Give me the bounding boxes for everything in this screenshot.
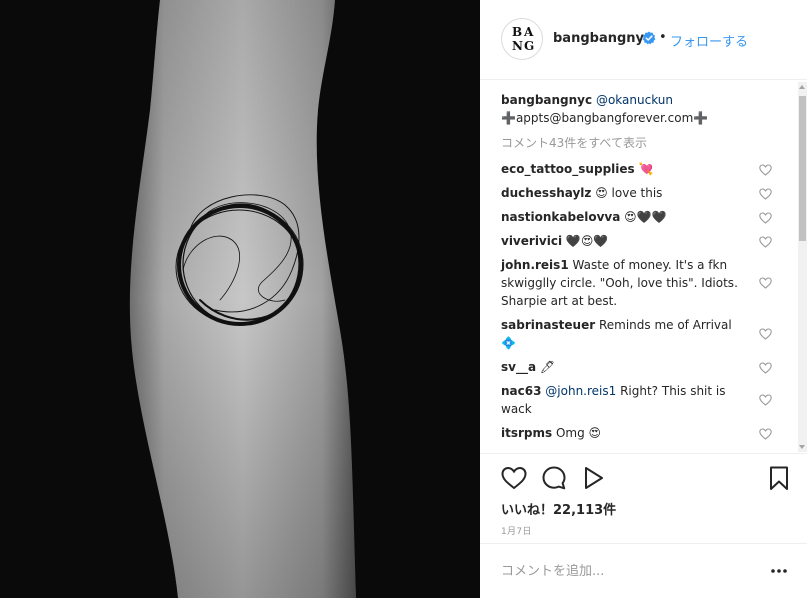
comments-list[interactable]: bangbangnyc @okanuckun ➕appts@bangbangfo… [480, 80, 807, 453]
comment-heart-icon[interactable] [759, 428, 772, 440]
avatar-letter: A [524, 25, 534, 39]
comment-text: skwigglly circle. "Ooh, love this". Idio… [501, 276, 738, 290]
caption-text: ➕appts@bangbangforever.com➕ [501, 111, 709, 125]
header-username-link[interactable]: bangbangnyc [553, 31, 652, 46]
post-date[interactable]: 1月7日 [501, 524, 532, 537]
add-comment-bar [480, 543, 807, 598]
comment-item: sv__a 🖊 [501, 358, 555, 376]
scroll-down-arrow-icon[interactable] [799, 445, 805, 449]
likes-count[interactable]: いいね！22,113件 [501, 499, 616, 518]
comment-item: eco_tattoo_supplies 💘 [501, 160, 653, 178]
comment-username-link[interactable]: viverivici [501, 234, 562, 248]
comment-heart-icon[interactable] [759, 328, 772, 340]
tattoo-photo [0, 0, 480, 598]
comment-heart-icon[interactable] [759, 362, 772, 374]
comment-item: nac63 @john.reis1 Right? This shit is [501, 382, 726, 400]
like-heart-icon[interactable] [501, 466, 527, 490]
caption-mention-link[interactable]: @okanuckun [596, 93, 673, 107]
avatar-letter: N [512, 39, 523, 53]
comment-text: 😍🖤🖤 [624, 210, 667, 224]
comment-bubble-icon[interactable] [541, 465, 567, 491]
share-icon[interactable] [581, 466, 607, 490]
scroll-thumb[interactable] [799, 96, 806, 241]
comment-heart-icon[interactable] [759, 277, 772, 289]
comment-text: 💘 [638, 162, 654, 176]
comment-item: nastionkabelovva 😍🖤🖤 [501, 208, 667, 226]
comment-username-link[interactable]: eco_tattoo_supplies [501, 162, 635, 176]
comment-text: 🖤😍🖤 [565, 234, 609, 248]
comment-text: Waste of money. It's a fkn [572, 258, 728, 272]
comment-username-link[interactable]: duchesshaylz [501, 186, 591, 200]
comment-username-link[interactable]: john.reis1 [501, 258, 569, 272]
follow-button[interactable]: フォローする [670, 31, 748, 50]
comment-text: Omg 😍 [555, 426, 602, 440]
comment-mention-link[interactable]: @john.reis1 [545, 384, 616, 398]
comment-text: Sharpie art at best. [501, 294, 618, 308]
post-actions: いいね！22,113件 1月7日 [480, 453, 807, 543]
comment-text: Reminds me of Arrival [598, 318, 732, 332]
add-comment-input[interactable] [501, 560, 751, 582]
comment-item: viverivici 🖤😍🖤 [501, 232, 608, 250]
comment-username-link[interactable]: nastionkabelovva [501, 210, 620, 224]
comment-item: sabrinasteuer Reminds me of Arrival [501, 316, 732, 334]
caption-username-link[interactable]: bangbangnyc [501, 93, 592, 107]
comment-text: 💠 [501, 336, 516, 350]
save-bookmark-icon[interactable] [769, 466, 789, 491]
comment-username-link[interactable]: sabrinasteuer [501, 318, 595, 332]
comment-username-link[interactable]: itsrpms [501, 426, 552, 440]
comment-item: itsrpms Omg 😍 [501, 424, 601, 442]
post-image[interactable] [0, 0, 480, 598]
comment-item: john.reis1 Waste of money. It's a fkn [501, 256, 727, 274]
verified-badge-icon [642, 31, 656, 45]
avatar-letter: B [512, 25, 523, 39]
comment-text: 🖊 [539, 360, 556, 374]
header-separator: • [659, 30, 667, 45]
caption: bangbangnyc @okanuckun [501, 91, 673, 109]
view-all-comments-link[interactable]: コメント43件をすべて表示 [501, 134, 647, 152]
post-side-panel: B A N G bangbangnyc • フォローする bangbangnyc… [480, 0, 807, 598]
more-options-icon[interactable] [770, 568, 788, 574]
comment-item: duchesshaylz 😍 love this [501, 184, 662, 202]
comment-heart-icon[interactable] [759, 212, 772, 224]
comment-text: Right? This shit is [616, 384, 726, 398]
comment-heart-icon[interactable] [759, 394, 772, 406]
comment-heart-icon[interactable] [759, 236, 772, 248]
comment-username-link[interactable]: nac63 [501, 384, 541, 398]
comments-scrollbar[interactable] [798, 82, 807, 452]
scroll-up-arrow-icon[interactable] [799, 85, 805, 89]
comment-text: wack [501, 402, 532, 416]
post-header: B A N G bangbangnyc • フォローする [480, 0, 807, 80]
comment-heart-icon[interactable] [759, 164, 772, 176]
comment-heart-icon[interactable] [759, 188, 772, 200]
avatar[interactable]: B A N G [501, 18, 543, 60]
avatar-letter: G [524, 39, 535, 53]
comment-text: 😍 love this [595, 186, 663, 200]
comment-username-link[interactable]: sv__a [501, 360, 536, 374]
